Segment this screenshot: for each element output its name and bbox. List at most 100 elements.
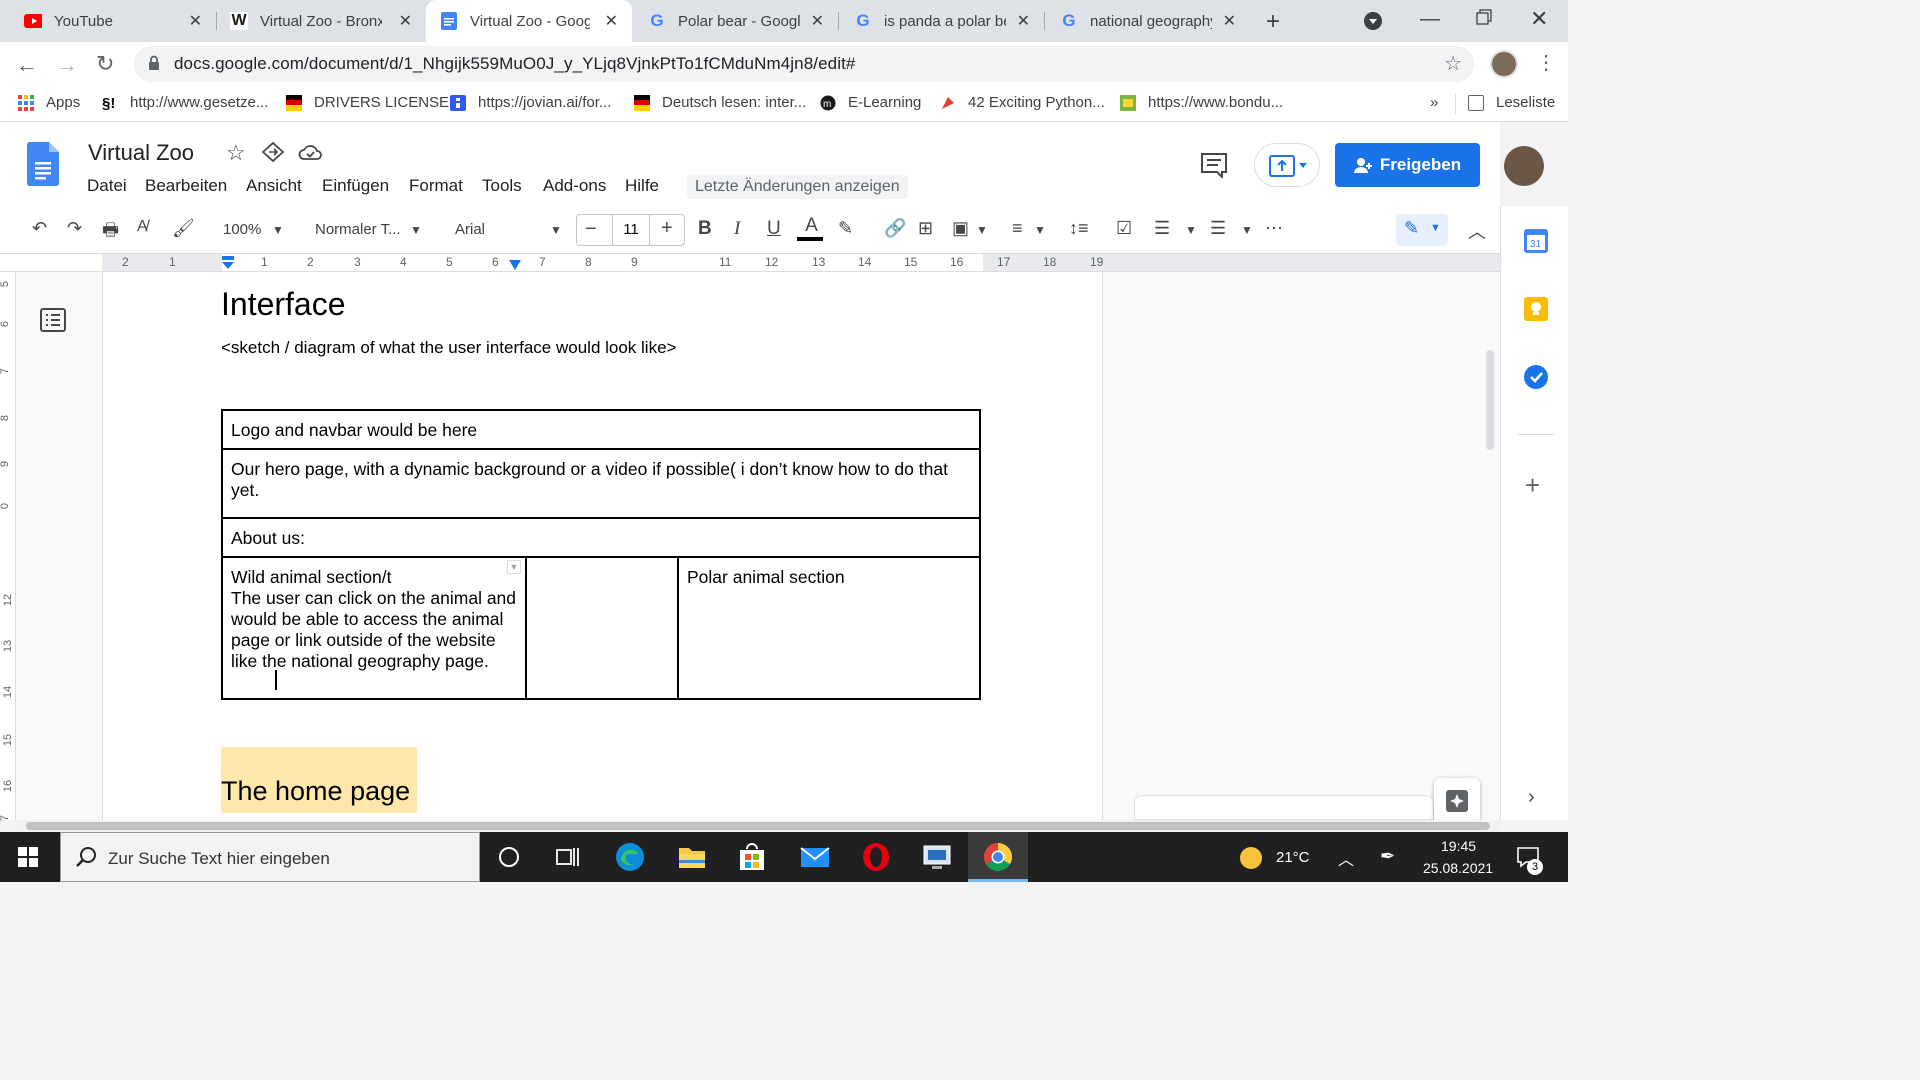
- undo-icon[interactable]: ↶: [32, 218, 47, 239]
- present-button[interactable]: [1254, 143, 1320, 187]
- remote-desktop-icon[interactable]: [922, 842, 952, 872]
- table-cell[interactable]: Our hero page, with a dynamic background…: [221, 448, 981, 519]
- user-avatar[interactable]: [1504, 146, 1544, 186]
- edge-icon[interactable]: [615, 842, 645, 872]
- close-icon[interactable]: ✕: [189, 11, 202, 31]
- chevron-right-icon[interactable]: ›: [1528, 786, 1535, 809]
- chevron-down-icon[interactable]: ▼: [1241, 223, 1253, 237]
- chevron-down-icon[interactable]: ▼: [272, 223, 284, 237]
- windows-start-icon[interactable]: [18, 847, 38, 872]
- menu-format[interactable]: Format: [409, 176, 463, 196]
- zoom-select[interactable]: 100%: [223, 221, 261, 238]
- font-size-input[interactable]: 11: [612, 215, 650, 245]
- align-icon[interactable]: ≡: [1012, 218, 1023, 239]
- link-icon[interactable]: 🔗: [884, 218, 906, 239]
- close-icon[interactable]: ✕: [399, 11, 412, 31]
- redo-icon[interactable]: ↷: [67, 218, 82, 239]
- comments-icon[interactable]: [1200, 152, 1228, 183]
- checklist-icon[interactable]: ☑: [1116, 218, 1132, 239]
- numbered-list-icon[interactable]: ☰: [1210, 218, 1226, 239]
- bookmarks-more-button[interactable]: »: [1430, 94, 1438, 111]
- bookmark-item[interactable]: https://www.bondu...: [1120, 94, 1283, 111]
- more-options-icon[interactable]: ⋯: [1265, 218, 1283, 239]
- star-icon[interactable]: ☆: [226, 140, 246, 166]
- chevron-down-icon[interactable]: ▼: [1034, 223, 1046, 237]
- vertical-ruler[interactable]: 5 6 7 8 9 0 12 13 14 15 16 7: [0, 272, 16, 821]
- underline-icon[interactable]: U: [767, 218, 781, 240]
- clock-time[interactable]: 19:45: [1441, 838, 1476, 854]
- weather-temperature[interactable]: 21°C: [1276, 849, 1310, 866]
- chevron-down-icon[interactable]: ▼: [976, 223, 988, 237]
- tab-virtual-zoo-docs[interactable]: Virtual Zoo - Google ✕: [426, 0, 632, 42]
- cell-dropdown-icon[interactable]: ▼: [507, 560, 521, 574]
- cortana-icon[interactable]: [499, 847, 519, 867]
- bookmark-item[interactable]: https://jovian.ai/for...: [450, 94, 611, 111]
- close-icon[interactable]: ✕: [1017, 11, 1030, 31]
- insert-image-icon[interactable]: ▣: [952, 218, 969, 239]
- cloud-saved-icon[interactable]: [298, 143, 322, 166]
- move-to-folder-icon[interactable]: [261, 141, 285, 167]
- tab-national-geography[interactable]: G national geography ✕: [1044, 0, 1250, 42]
- calendar-icon[interactable]: 31: [1523, 228, 1549, 259]
- collapse-menus-icon[interactable]: ︿: [1468, 218, 1486, 244]
- vertical-scrollbar[interactable]: [1486, 350, 1494, 450]
- opera-icon[interactable]: [861, 842, 891, 872]
- more-vert-icon[interactable]: ⋮: [1536, 50, 1556, 75]
- keep-icon[interactable]: [1523, 296, 1549, 327]
- menu-view[interactable]: Ansicht: [246, 176, 302, 196]
- close-icon[interactable]: ✕: [605, 11, 618, 31]
- heading-home-page[interactable]: The home page: [221, 776, 410, 807]
- document-title[interactable]: Virtual Zoo: [88, 140, 194, 166]
- bulleted-list-icon[interactable]: ☰: [1154, 218, 1170, 239]
- avatar[interactable]: [1490, 50, 1518, 78]
- reload-icon[interactable]: ↻: [96, 51, 114, 77]
- table-cell-polar-animal[interactable]: Polar animal section: [677, 556, 981, 700]
- menu-edit[interactable]: Bearbeiten: [145, 176, 227, 196]
- file-explorer-icon[interactable]: [677, 842, 707, 872]
- highlight-icon[interactable]: ✎: [838, 218, 853, 239]
- style-select[interactable]: Normaler T...: [315, 221, 401, 238]
- restore-button[interactable]: [1476, 9, 1492, 30]
- explore-button[interactable]: [1434, 778, 1480, 824]
- reading-list-button[interactable]: Leseliste: [1468, 94, 1555, 111]
- new-tab-button[interactable]: +: [1266, 8, 1280, 36]
- weather-sun-icon[interactable]: [1240, 847, 1262, 869]
- tasks-icon[interactable]: [1523, 364, 1549, 395]
- table-cell[interactable]: About us:: [221, 517, 981, 558]
- menu-insert[interactable]: Einfügen: [322, 176, 389, 196]
- print-icon[interactable]: 🖶: [102, 218, 119, 248]
- chrome-taskbar-button[interactable]: [968, 832, 1028, 882]
- bookmark-item[interactable]: Deutsch lesen: inter...: [634, 94, 806, 111]
- spellcheck-icon[interactable]: A̸: [137, 218, 148, 236]
- menu-addons[interactable]: Add-ons: [543, 176, 606, 196]
- forward-arrow-icon[interactable]: →: [56, 52, 78, 78]
- menu-tools[interactable]: Tools: [482, 176, 522, 196]
- menu-file[interactable]: Datei: [87, 176, 127, 196]
- table-cell-empty[interactable]: [525, 556, 679, 700]
- bookmark-apps[interactable]: Apps: [18, 94, 80, 111]
- interface-description[interactable]: <sketch / diagram of what the user inter…: [221, 338, 676, 358]
- task-view-icon[interactable]: [556, 846, 580, 873]
- close-icon[interactable]: ✕: [811, 11, 824, 31]
- italic-icon[interactable]: I: [734, 218, 740, 240]
- close-icon[interactable]: ✕: [1223, 11, 1236, 31]
- chevron-up-icon[interactable]: ︿: [1338, 846, 1354, 870]
- store-icon[interactable]: [737, 842, 767, 872]
- table-cell-wild-animal[interactable]: ▼ Wild animal section/t The user can cli…: [221, 556, 527, 700]
- back-arrow-icon[interactable]: ←: [16, 52, 38, 78]
- document-outline-icon[interactable]: [40, 308, 66, 337]
- tab-youtube[interactable]: YouTube ✕: [0, 0, 216, 42]
- bookmark-item[interactable]: §! http://www.gesetze...: [102, 94, 268, 112]
- address-bar[interactable]: docs.google.com/document/d/1_Nhgijk559Mu…: [134, 46, 1474, 82]
- line-spacing-icon[interactable]: ↕≡: [1069, 218, 1089, 239]
- decrease-font-size-button[interactable]: −: [585, 218, 597, 241]
- editing-mode-button[interactable]: ✎ ▼: [1396, 214, 1448, 246]
- increase-font-size-button[interactable]: +: [661, 217, 673, 240]
- pen-icon[interactable]: ✒: [1380, 846, 1395, 867]
- tab-panda[interactable]: G is panda a polar bear ✕: [838, 0, 1044, 42]
- text-color-icon[interactable]: A: [797, 215, 823, 241]
- bookmark-item[interactable]: 42 Exciting Python...: [940, 94, 1105, 111]
- heading-interface[interactable]: Interface: [221, 286, 346, 323]
- docs-logo-icon[interactable]: [27, 142, 59, 191]
- minimize-button[interactable]: —: [1420, 8, 1440, 31]
